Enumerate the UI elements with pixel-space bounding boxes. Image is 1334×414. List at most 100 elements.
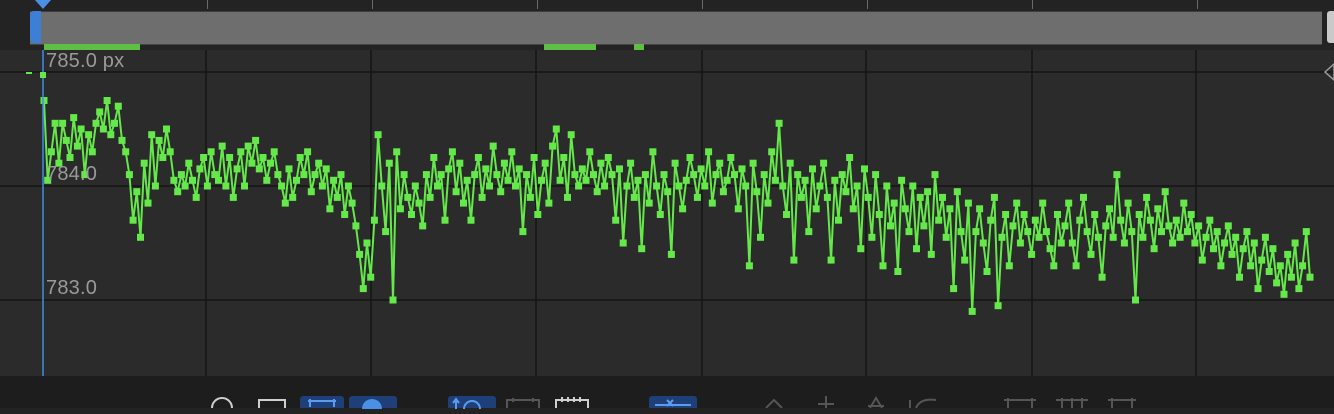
keyframe-point[interactable]: [1247, 262, 1255, 270]
keyframe-point[interactable]: [1213, 228, 1221, 236]
keyframe-point[interactable]: [913, 245, 920, 253]
keyframe-point[interactable]: [979, 239, 987, 247]
keyframe-point[interactable]: [1150, 245, 1158, 253]
keyframe-point[interactable]: [512, 182, 519, 190]
keyframe-point[interactable]: [122, 148, 130, 156]
keyframe-point[interactable]: [125, 171, 133, 179]
keyframe-point[interactable]: [705, 148, 713, 156]
keyframe-point[interactable]: [920, 222, 928, 230]
keyframe-point[interactable]: [901, 205, 909, 213]
keyframe-point[interactable]: [144, 199, 152, 207]
keyframe-point[interactable]: [578, 165, 586, 173]
keyframe-point[interactable]: [1261, 233, 1269, 241]
keyframe-point[interactable]: [437, 171, 445, 179]
keyframe-point[interactable]: [552, 125, 560, 133]
keyframe-point[interactable]: [393, 148, 401, 156]
keyframe-point[interactable]: [218, 142, 226, 150]
keyframe-point[interactable]: [950, 285, 958, 293]
keyframe-point[interactable]: [1002, 211, 1010, 218]
keyframe-point[interactable]: [1065, 199, 1073, 207]
keyframe-point[interactable]: [764, 199, 772, 207]
keyframe-point[interactable]: [1109, 233, 1117, 241]
keyframe-point[interactable]: [137, 233, 144, 241]
keyframe-point[interactable]: [916, 193, 924, 201]
keyframe-point[interactable]: [177, 171, 185, 179]
keyframe-point[interactable]: [486, 182, 493, 190]
keyframe-point[interactable]: [203, 182, 211, 190]
keyframe-linear-icon[interactable]: [812, 396, 840, 408]
keyframe-point[interactable]: [359, 285, 367, 293]
keyframe-point[interactable]: [1020, 211, 1028, 218]
keyframe-point[interactable]: [667, 250, 675, 258]
keyframe-point[interactable]: [99, 125, 107, 133]
keyframe-point[interactable]: [1254, 285, 1262, 293]
keyframe-point[interactable]: [812, 205, 820, 213]
keyframe-point[interactable]: [85, 131, 93, 139]
keyframe-point[interactable]: [779, 182, 787, 190]
keyframe-point[interactable]: [790, 256, 798, 264]
keyframe-point[interactable]: [1061, 222, 1069, 230]
keyframe-point[interactable]: [853, 182, 861, 190]
keyframe-point[interactable]: [593, 188, 601, 196]
keyframe-point[interactable]: [771, 176, 779, 184]
keyframe-point[interactable]: [92, 119, 100, 127]
keyframe-point[interactable]: [879, 262, 887, 270]
keyframe-point[interactable]: [768, 148, 776, 156]
keyframe-point[interactable]: [1258, 256, 1266, 264]
keyframe-point[interactable]: [237, 148, 245, 156]
keyframe-point[interactable]: [783, 211, 790, 218]
keyframe-point[interactable]: [1135, 211, 1143, 218]
keyframe-point[interactable]: [233, 165, 241, 173]
keyframe-point[interactable]: [931, 171, 939, 179]
keyframe-point[interactable]: [1161, 188, 1169, 196]
keyframe-point[interactable]: [564, 193, 571, 201]
keyframe-point[interactable]: [70, 114, 78, 122]
keyframe-point[interactable]: [1102, 222, 1110, 230]
keyframe-point[interactable]: [775, 119, 783, 127]
keyframe-point[interactable]: [1068, 239, 1076, 247]
keyframe-point[interactable]: [1028, 250, 1036, 258]
keyframe-auto-bezier-icon[interactable]: [862, 396, 890, 408]
keyframe-point[interactable]: [422, 171, 430, 179]
keyframe-point[interactable]: [296, 154, 304, 161]
keyframe-point[interactable]: [697, 165, 705, 173]
show-properties-icon[interactable]: [256, 396, 288, 408]
keyframe-point[interactable]: [809, 165, 816, 173]
keyframe-point[interactable]: [794, 171, 802, 179]
keyframe-point[interactable]: [111, 119, 118, 127]
work-area-start-handle[interactable]: [30, 11, 41, 43]
work-area-bar[interactable]: [30, 11, 1322, 45]
keyframe-point[interactable]: [957, 228, 965, 236]
keyframe-point[interactable]: [749, 159, 757, 167]
keyframe-point[interactable]: [1039, 199, 1047, 207]
keyframe-point[interactable]: [315, 159, 323, 167]
keyframe-point[interactable]: [805, 228, 813, 236]
keyframe-point[interactable]: [1005, 262, 1013, 270]
keyframe-point[interactable]: [1191, 239, 1199, 247]
keyframe-point[interactable]: [1306, 273, 1314, 281]
keyframe-point[interactable]: [742, 182, 750, 190]
keyframe-point[interactable]: [556, 176, 564, 184]
keyframe-point[interactable]: [337, 171, 345, 179]
keyframe-point[interactable]: [875, 211, 883, 218]
keyframe-point[interactable]: [567, 131, 575, 139]
keyframe-point[interactable]: [827, 256, 835, 264]
keyframe-point[interactable]: [1195, 222, 1203, 230]
keyframe-point[interactable]: [846, 154, 854, 161]
keyframe-point[interactable]: [1113, 171, 1121, 179]
keyframe-point[interactable]: [1098, 273, 1106, 281]
keyframe-point[interactable]: [686, 154, 694, 161]
keyframe-point[interactable]: [1172, 216, 1180, 224]
keyframe-point[interactable]: [293, 176, 300, 184]
keyframe-point[interactable]: [619, 239, 627, 247]
keyframe-point[interactable]: [987, 216, 995, 224]
keyframe-point[interactable]: [693, 193, 701, 201]
keyframe-point[interactable]: [719, 188, 727, 196]
keyframe-point[interactable]: [1072, 262, 1080, 270]
keyframe-point[interactable]: [823, 193, 831, 201]
keyframe-point[interactable]: [690, 171, 698, 179]
keyframe-point[interactable]: [753, 188, 761, 196]
keyframe-point[interactable]: [1295, 285, 1303, 293]
keyframe-point[interactable]: [857, 245, 865, 253]
keyframe-point[interactable]: [983, 268, 991, 275]
